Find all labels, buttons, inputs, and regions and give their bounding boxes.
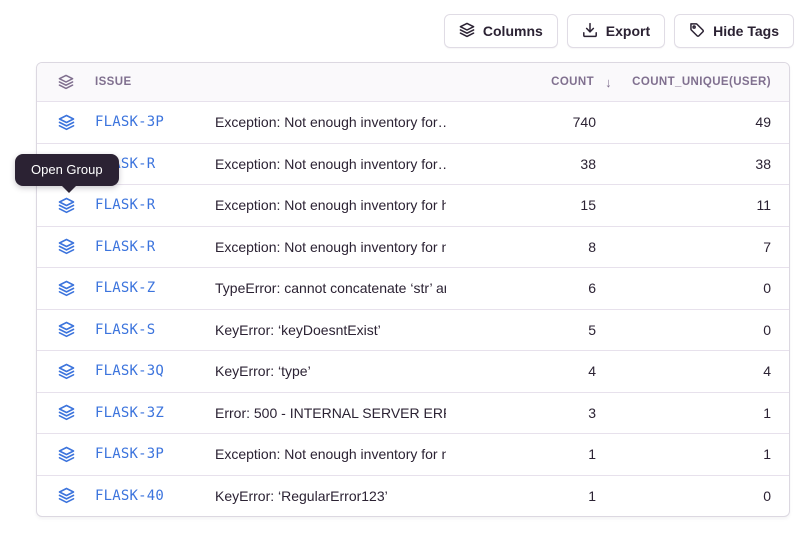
tooltip-arrow [61, 185, 77, 193]
issue-id-link[interactable]: FLASK-3P [95, 446, 215, 462]
issue-id-link[interactable]: FLASK-3Q [95, 363, 215, 379]
columns-button[interactable]: Columns [444, 14, 558, 48]
table-header-row: ISSUE COUNT ↓ COUNT_UNIQUE(USER) [37, 63, 789, 101]
hide-tags-button[interactable]: Hide Tags [674, 14, 794, 48]
stack-icon [459, 22, 475, 41]
count-unique-value: 11 [596, 197, 789, 213]
count-value: 15 [446, 197, 596, 213]
issue-id-link[interactable]: FLASK-3P [95, 114, 215, 130]
issue-title: Exception: Not enough inventory for h… [215, 197, 446, 213]
count-unique-value: 1 [596, 446, 789, 462]
table-row[interactable]: FLASK-40 KeyError: ‘RegularError123’ 1 0 [37, 475, 789, 517]
table-row[interactable]: FLASK-R Exception: Not enough inventory … [37, 143, 789, 185]
issue-id-link[interactable]: FLASK-3Z [95, 405, 215, 421]
issue-title: Exception: Not enough inventory for n… [215, 239, 446, 255]
count-unique-value: 4 [596, 363, 789, 379]
issue-id-link[interactable]: FLASK-S [95, 322, 215, 338]
table-row[interactable]: FLASK-3Z Error: 500 - INTERNAL SERVER ER… [37, 392, 789, 434]
count-value: 1 [446, 446, 596, 462]
table-row[interactable]: FLASK-3Q KeyError: ‘type’ 4 4 [37, 350, 789, 392]
count-value: 740 [446, 114, 596, 130]
table-row[interactable]: FLASK-R Exception: Not enough inventory … [37, 184, 789, 226]
columns-button-label: Columns [483, 23, 543, 39]
count-unique-value: 0 [596, 322, 789, 338]
stack-icon[interactable] [37, 363, 95, 380]
count-unique-value: 1 [596, 405, 789, 421]
stack-icon[interactable] [37, 487, 95, 504]
column-header-issue[interactable]: ISSUE [95, 76, 215, 88]
stack-icon[interactable] [37, 446, 95, 463]
count-value: 6 [446, 280, 596, 296]
issue-title: KeyError: ‘type’ [215, 363, 446, 379]
issue-title: KeyError: ‘keyDoesntExist’ [215, 322, 446, 338]
count-unique-value: 0 [596, 488, 789, 504]
stack-icon[interactable] [37, 321, 95, 338]
export-button-label: Export [606, 23, 650, 39]
hide-tags-button-label: Hide Tags [713, 23, 779, 39]
issue-id-link[interactable]: FLASK-40 [95, 488, 215, 504]
count-unique-value: 0 [596, 280, 789, 296]
stack-icon[interactable] [37, 238, 95, 255]
stack-icon[interactable] [37, 114, 95, 131]
count-value: 1 [446, 488, 596, 504]
column-header-count[interactable]: COUNT ↓ [446, 75, 596, 90]
open-group-tooltip: Open Group [15, 154, 119, 186]
count-unique-value: 49 [596, 114, 789, 130]
count-value: 8 [446, 239, 596, 255]
table-row[interactable]: FLASK-Z TypeError: cannot concatenate ‘s… [37, 267, 789, 309]
table-row[interactable]: FLASK-S KeyError: ‘keyDoesntExist’ 5 0 [37, 309, 789, 351]
table-row[interactable]: FLASK-3P Exception: Not enough inventory… [37, 101, 789, 143]
issues-table-page: Columns Export Hide Tags ISSUE COUNT ↓ [0, 0, 807, 538]
count-unique-value: 38 [596, 156, 789, 172]
table-row[interactable]: FLASK-3P Exception: Not enough inventory… [37, 433, 789, 475]
issue-title: KeyError: ‘RegularError123’ [215, 488, 446, 504]
issue-id-link[interactable]: FLASK-R [95, 239, 215, 255]
table-row[interactable]: FLASK-R Exception: Not enough inventory … [37, 226, 789, 268]
issue-title: Exception: Not enough inventory for n… [215, 446, 446, 462]
count-value: 3 [446, 405, 596, 421]
issue-id-link[interactable]: FLASK-Z [95, 280, 215, 296]
stack-icon [37, 74, 95, 90]
column-header-count-unique[interactable]: COUNT_UNIQUE(USER) [596, 76, 789, 88]
stack-icon[interactable] [37, 404, 95, 421]
count-value: 38 [446, 156, 596, 172]
count-value: 4 [446, 363, 596, 379]
issues-table: ISSUE COUNT ↓ COUNT_UNIQUE(USER) FLASK-3… [36, 62, 790, 517]
issue-title: Error: 500 - INTERNAL SERVER ERROR [215, 405, 446, 421]
stack-icon[interactable] [37, 197, 95, 214]
issue-title: TypeError: cannot concatenate ‘str’ an… [215, 280, 446, 296]
issue-id-link[interactable]: FLASK-R [95, 197, 215, 213]
tooltip-label: Open Group [31, 162, 103, 177]
tag-icon [689, 22, 705, 41]
count-unique-value: 7 [596, 239, 789, 255]
download-icon [582, 22, 598, 41]
issue-title: Exception: Not enough inventory for… [215, 114, 446, 130]
stack-icon[interactable] [37, 280, 95, 297]
count-value: 5 [446, 322, 596, 338]
issue-title: Exception: Not enough inventory for… [215, 156, 446, 172]
export-button[interactable]: Export [567, 14, 665, 48]
table-toolbar: Columns Export Hide Tags [444, 14, 794, 48]
